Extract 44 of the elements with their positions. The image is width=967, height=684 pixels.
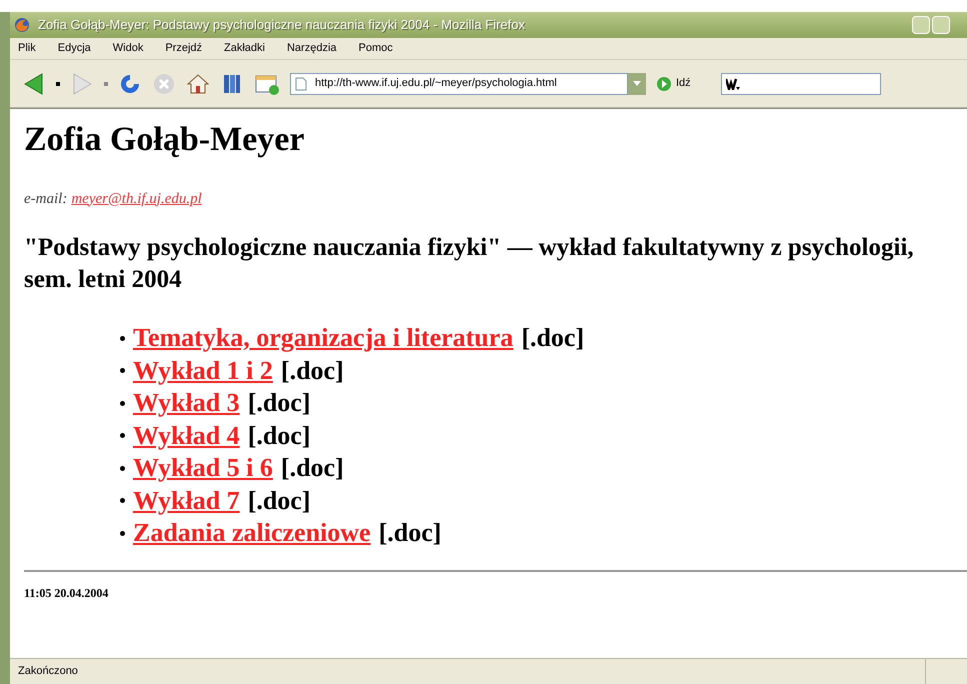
document-link[interactable]: Wykład 4 <box>133 420 240 452</box>
page-heading: Zofia Gołąb-Meyer <box>24 120 306 160</box>
bullet-icon <box>120 433 125 438</box>
file-type-label: [.doc] <box>248 387 311 419</box>
file-type-label: [.doc] <box>248 484 311 516</box>
bullet-icon <box>120 498 125 504</box>
email-link[interactable]: meyer@th.if.uj.edu.pl <box>71 188 202 210</box>
file-type-label: [.doc] <box>521 322 584 354</box>
browser-icon <box>14 17 30 33</box>
search-engine-icon <box>726 78 740 90</box>
file-type-label: [.doc] <box>378 517 442 549</box>
address-field[interactable]: http://th-www.if.uj.edu.pl/~meyer/psychologia.html <box>290 72 628 94</box>
search-field[interactable] <box>720 72 881 94</box>
file-type-label: [.doc] <box>280 354 344 386</box>
bullet-icon <box>120 336 125 341</box>
file-type-label: [.doc] <box>280 452 344 484</box>
caret-icon <box>633 81 641 86</box>
window-title: Zofia Gołąb-Meyer: Podstawy psychologiczne nauczania fizyki 2004 - Mozilla Firefox <box>38 16 525 34</box>
document-link[interactable]: Wykład 1 i 2 <box>133 354 273 387</box>
go-button[interactable]: Idź <box>656 75 691 92</box>
timestamp: 11:05 20.04.2004 <box>24 584 110 602</box>
file-type-label: [.doc] <box>248 420 311 452</box>
menu-item[interactable]: Narzędzia <box>286 40 337 57</box>
menu-item[interactable]: Widok <box>112 40 144 57</box>
dropdown-button[interactable] <box>628 72 646 94</box>
document-link[interactable]: Tematyka, organizacja i literatura <box>133 322 514 354</box>
status-text: Zakończono <box>17 664 79 680</box>
bullet-icon <box>120 530 125 536</box>
menu-item[interactable]: Zakładki <box>224 40 265 57</box>
page-icon <box>295 76 307 90</box>
menu-item[interactable]: Plik <box>18 40 36 57</box>
menu-item[interactable]: Pomoc <box>358 40 393 57</box>
bullet-icon <box>120 466 125 471</box>
bullet-icon <box>120 368 125 374</box>
home-icon[interactable] <box>186 72 210 96</box>
menu-item[interactable]: Edycja <box>58 40 91 57</box>
subtitle: "Podstawy psychologiczne nauczania fizyki" — wykład fakultatywny z psychologii, sem. letni 2004 <box>24 233 914 295</box>
document-link[interactable]: Wykład 5 i 6 <box>133 452 273 484</box>
document-link[interactable]: Wykład 7 <box>133 484 240 517</box>
bullet-icon <box>120 400 125 406</box>
document-link[interactable]: Wykład 3 <box>133 387 240 420</box>
document-link[interactable]: Zadania zaliczeniowe <box>133 517 371 550</box>
menu-item[interactable]: Przejdź <box>165 40 202 57</box>
email-label: e-mail: <box>24 190 68 208</box>
